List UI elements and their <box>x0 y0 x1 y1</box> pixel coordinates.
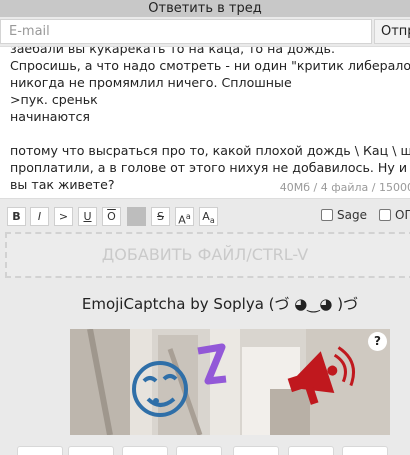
op-checkbox-box[interactable] <box>379 209 391 221</box>
message-textarea[interactable]: заебали вы кукарекать то на каца, то на … <box>0 46 410 199</box>
subscript-big: A <box>202 210 210 223</box>
emoji-option[interactable] <box>68 446 114 455</box>
reply-title: Ответить в тред <box>0 0 410 17</box>
subscript-small: a <box>209 216 215 226</box>
sage-checkbox[interactable]: Sage <box>321 208 367 222</box>
message-text: заебали вы кукарекать то на каца, то на … <box>10 46 410 192</box>
captcha-title: EmojiCaptcha by Soplya (づ ◕‿◕ )づ <box>81 295 359 313</box>
emoji-option[interactable] <box>233 446 279 455</box>
superscript-small: a <box>185 212 191 221</box>
quote-button[interactable]: > <box>54 207 73 226</box>
emoji-option[interactable] <box>122 446 168 455</box>
captcha-image: ? <box>70 329 390 435</box>
subscript-button[interactable]: Aa <box>199 207 218 226</box>
emoji-option[interactable] <box>17 446 63 455</box>
email-field[interactable] <box>0 19 372 44</box>
emoji-option[interactable] <box>342 446 388 455</box>
file-dropzone[interactable]: ДОБАВИТЬ ФАЙЛ/CTRL-V <box>5 232 410 278</box>
underline-button[interactable]: U <box>78 207 97 226</box>
superscript-big: A <box>178 213 186 227</box>
help-icon[interactable]: ? <box>368 332 387 351</box>
emoji-options <box>0 446 410 455</box>
captcha-picture <box>70 329 390 435</box>
superscript-button[interactable]: Aa <box>175 207 194 227</box>
sage-checkbox-box[interactable] <box>321 209 333 221</box>
emoji-option[interactable] <box>176 446 222 455</box>
emoji-option[interactable] <box>288 446 334 455</box>
strike-button[interactable]: S <box>151 207 170 226</box>
overline-button[interactable]: O <box>102 207 121 226</box>
submit-button[interactable]: Отправить <box>374 19 410 44</box>
file-limits-info: 40Мб / 4 файла / 15000 <box>279 181 410 194</box>
bold-button[interactable]: B <box>7 207 26 226</box>
op-checkbox[interactable]: ОП <box>379 208 410 222</box>
italic-button[interactable]: I <box>30 207 49 226</box>
op-label: ОП <box>395 208 410 222</box>
spoiler-button[interactable] <box>127 207 146 226</box>
sage-label: Sage <box>337 208 367 222</box>
